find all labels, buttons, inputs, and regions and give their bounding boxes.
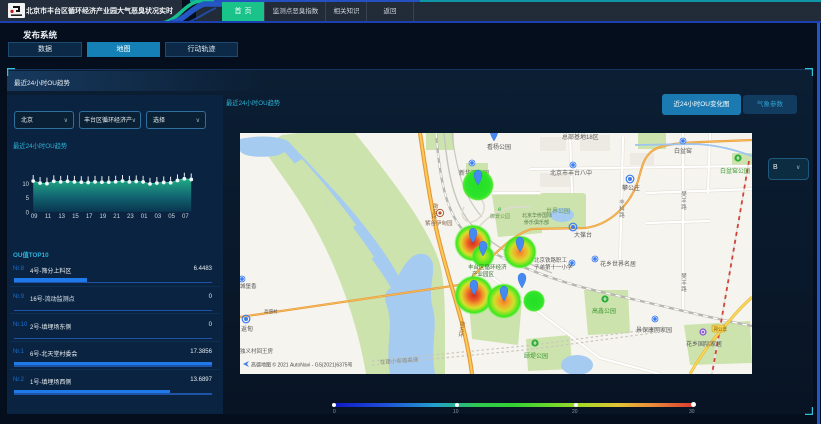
svg-text:大葆台: 大葆台 — [574, 231, 592, 239]
svg-text:城堡香: 城堡香 — [240, 282, 257, 290]
svg-text:产业园区: 产业园区 — [472, 270, 495, 278]
svg-text:丰科路: 丰科路 — [618, 198, 625, 219]
svg-text:10: 10 — [22, 182, 29, 188]
svg-text:紫谷伊甸园: 紫谷伊甸园 — [425, 219, 453, 227]
svg-text:侨乐俱乐部: 侨乐俱乐部 — [524, 219, 549, 226]
svg-text:高德地图 © 2021 AutoNavi - GS(2021: 高德地图 © 2021 AutoNavi - GS(2021)6375号 — [251, 362, 353, 369]
svg-text:花乡国际家居: 花乡国际家居 — [686, 340, 722, 348]
svg-text:颐堤公园: 颐堤公园 — [524, 352, 548, 360]
svg-text:独义村回王房: 独义村回王房 — [240, 347, 274, 355]
svg-text:白盆窑公园: 白盆窑公园 — [720, 167, 750, 175]
svg-text:5: 5 — [26, 196, 30, 202]
svg-text:北京市丰台八中: 北京市丰台八中 — [550, 169, 592, 177]
svg-text:北京铁路职工: 北京铁路职工 — [534, 256, 568, 264]
svg-text:樊羊路: 樊羊路 — [680, 272, 687, 293]
svg-text:白盆窑: 白盆窑 — [674, 147, 692, 155]
svg-text:高佃村: 高佃村 — [264, 308, 278, 315]
svg-text:子弟第十一小学: 子弟第十一小学 — [534, 263, 573, 271]
svg-text:郭公庄: 郭公庄 — [714, 326, 728, 333]
svg-text:返甸: 返甸 — [241, 325, 253, 333]
svg-text:看杨公园: 看杨公园 — [487, 143, 511, 151]
svg-text:樊羊路: 樊羊路 — [680, 190, 687, 211]
svg-text:总部基地18区: 总部基地18区 — [562, 133, 599, 141]
svg-text:花乡世界名居: 花乡世界名居 — [600, 260, 636, 268]
svg-text:景保康网家园: 景保康网家园 — [636, 326, 672, 334]
svg-text:攀公庄: 攀公庄 — [622, 184, 640, 192]
svg-text:高鑫公园: 高鑫公园 — [592, 307, 616, 315]
svg-text:御景公园: 御景公园 — [490, 213, 510, 220]
svg-text:北京华侨国际: 北京华侨国际 — [522, 212, 552, 219]
svg-text:丰台区循环经济: 丰台区循环经济 — [468, 263, 507, 271]
